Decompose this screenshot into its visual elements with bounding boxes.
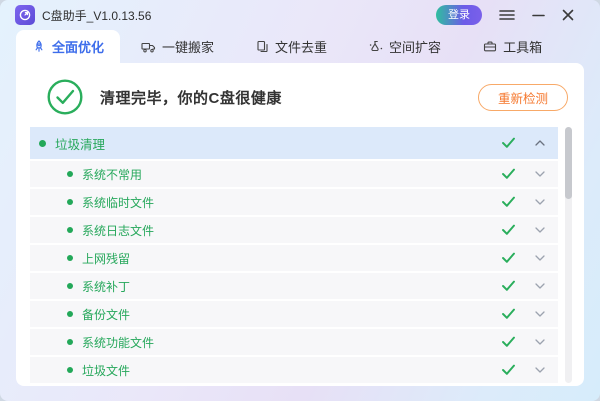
tab-toolbox[interactable]: 工具箱 <box>462 30 563 63</box>
cleanup-item-row[interactable]: 备份文件 <box>30 299 558 327</box>
item-label: 系统日志文件 <box>82 223 155 238</box>
flask-expand-icon <box>369 40 383 53</box>
tab-label: 全面优化 <box>52 40 105 55</box>
tab-label: 空间扩容 <box>389 40 442 55</box>
chevron-down-icon[interactable] <box>535 283 545 289</box>
chevron-down-icon[interactable] <box>535 255 545 261</box>
tab-one-click-move[interactable]: 一键搬家 <box>120 30 235 63</box>
chevron-down-icon[interactable] <box>535 227 545 233</box>
cleanup-item-row[interactable]: 系统日志文件 <box>30 215 558 243</box>
tab-label: 一键搬家 <box>162 40 215 55</box>
status-dot <box>67 199 73 205</box>
chevron-down-icon[interactable] <box>535 171 545 177</box>
check-icon <box>501 196 516 208</box>
chevron-down-icon[interactable] <box>535 367 545 373</box>
main-panel: 清理完毕，你的C盘很健康 重新检测 垃圾清理 系统不常用 系统临时文件 系统日志… <box>16 63 584 386</box>
status-dot <box>67 367 73 373</box>
check-icon <box>501 364 516 376</box>
duplicate-files-icon <box>256 40 269 53</box>
list-scrollbar-thumb[interactable] <box>565 127 572 199</box>
check-icon <box>501 168 516 180</box>
app-window: C盘助手_V1.0.13.56 登录 全面优化 一键搬家 文件去重 空间扩容 工… <box>0 0 600 401</box>
app-logo-icon <box>15 5 35 25</box>
result-message: 清理完毕，你的C盘很健康 <box>100 89 282 107</box>
chevron-down-icon[interactable] <box>535 339 545 345</box>
close-icon[interactable] <box>562 9 574 21</box>
recheck-button[interactable]: 重新检测 <box>478 83 568 111</box>
titlebar: C盘助手_V1.0.13.56 登录 <box>0 0 600 30</box>
chevron-up-icon[interactable] <box>535 140 545 146</box>
check-icon <box>501 280 516 292</box>
cleanup-list: 垃圾清理 系统不常用 系统临时文件 系统日志文件 上网残留 系统补丁 备份文件 … <box>30 127 558 383</box>
cleanup-item-row[interactable]: 系统功能文件 <box>30 327 558 355</box>
status-dot <box>67 171 73 177</box>
item-label: 系统不常用 <box>82 167 143 182</box>
list-scrollbar-track[interactable] <box>565 127 572 383</box>
status-dot <box>67 227 73 233</box>
tab-label: 文件去重 <box>275 40 328 55</box>
tab-bar: 全面优化 一键搬家 文件去重 空间扩容 工具箱 <box>16 30 563 63</box>
tab-label: 工具箱 <box>503 40 543 55</box>
chevron-down-icon[interactable] <box>535 311 545 317</box>
status-dot <box>67 255 73 261</box>
item-label: 上网残留 <box>82 251 131 266</box>
chevron-down-icon[interactable] <box>535 199 545 205</box>
cleanup-item-row[interactable]: 垃圾文件 <box>30 355 558 383</box>
cleanup-item-row[interactable]: 上网残留 <box>30 243 558 271</box>
check-icon <box>501 336 516 348</box>
item-label: 系统补丁 <box>82 279 131 294</box>
status-dot <box>67 283 73 289</box>
result-header: 清理完毕，你的C盘很健康 重新检测 <box>46 77 568 117</box>
menu-icon[interactable] <box>499 9 515 21</box>
cleanup-item-row[interactable]: 系统补丁 <box>30 271 558 299</box>
cleanup-group-row[interactable]: 垃圾清理 <box>30 127 558 159</box>
item-label: 系统临时文件 <box>82 195 155 210</box>
titlebar-controls: 登录 <box>436 5 600 25</box>
check-icon <box>501 137 516 149</box>
minimize-icon[interactable] <box>532 9 545 21</box>
item-label: 备份文件 <box>82 307 131 322</box>
cleanup-item-row[interactable]: 系统临时文件 <box>30 187 558 215</box>
tab-file-dedup[interactable]: 文件去重 <box>235 30 348 63</box>
group-label: 垃圾清理 <box>55 137 106 152</box>
status-dot <box>67 339 73 345</box>
item-label: 垃圾文件 <box>82 363 131 378</box>
item-label: 系统功能文件 <box>82 335 155 350</box>
rocket-icon <box>32 40 46 53</box>
status-dot <box>67 311 73 317</box>
status-dot <box>39 139 46 147</box>
truck-icon <box>141 41 156 53</box>
check-icon <box>501 252 516 264</box>
check-icon <box>501 308 516 320</box>
success-check-circle-icon <box>46 78 84 116</box>
cleanup-item-row[interactable]: 系统不常用 <box>30 159 558 187</box>
tab-space-expand[interactable]: 空间扩容 <box>348 30 462 63</box>
app-title: C盘助手_V1.0.13.56 <box>42 8 152 23</box>
login-button[interactable]: 登录 <box>436 5 482 25</box>
toolbox-icon <box>483 40 497 53</box>
tab-full-optimization[interactable]: 全面优化 <box>16 30 121 63</box>
check-icon <box>501 224 516 236</box>
